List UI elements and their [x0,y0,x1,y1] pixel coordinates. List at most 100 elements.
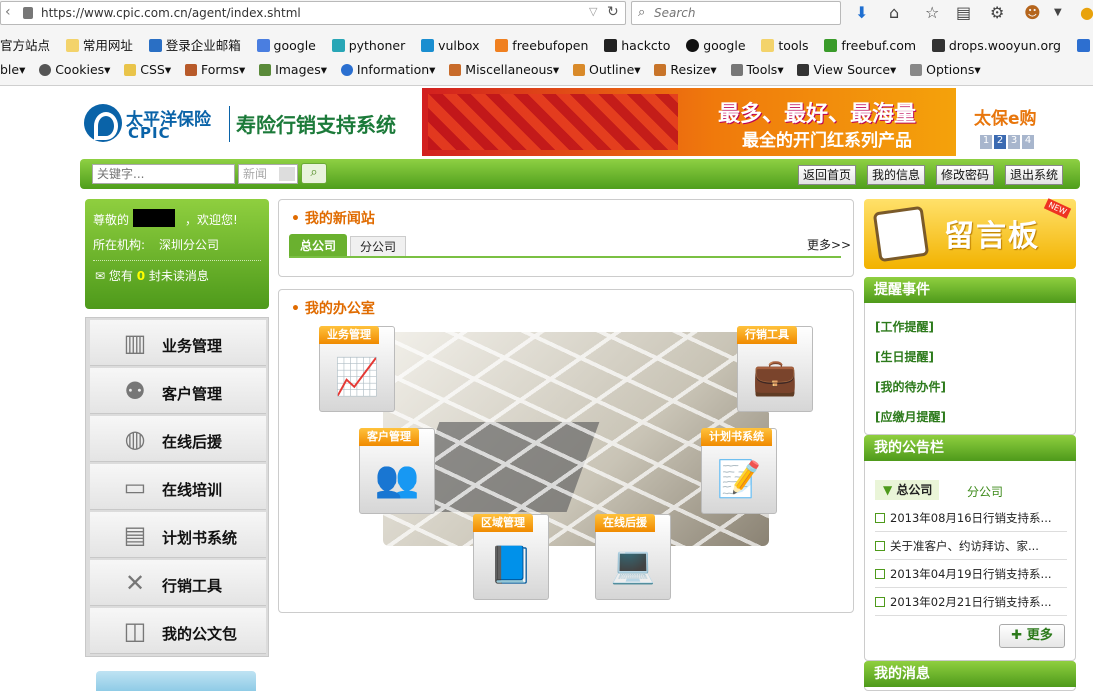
unread-messages[interactable]: ✉ 您有 0 封未读消息 [95,267,209,284]
chevron-down-icon[interactable]: ▼ [1054,7,1062,18]
office-tile-online-support[interactable]: 在线后援 💻 [595,514,671,600]
webdev-menu[interactable]: Tools▾ [730,62,784,77]
webdev-menu[interactable]: ble▾ [0,62,25,77]
menu-item-training[interactable]: ▭ 在线培训 [90,464,266,510]
menu-item-briefcase[interactable]: ◫ 我的公文包 [90,608,266,654]
office-tile-tools[interactable]: 行销工具 💼 [737,326,813,412]
bookmark-item[interactable]: drops.wooyun.org [931,38,1061,53]
banner-page[interactable]: 4 [1022,135,1034,149]
menu-item-business[interactable]: ▥ 业务管理 [90,320,266,366]
banner-page-active[interactable]: 2 [994,135,1006,149]
my-info-button[interactable]: 我的信息 [867,165,926,185]
bookmark-item[interactable]: freebufopen [495,38,588,53]
addon-icon[interactable]: ● [1080,3,1093,22]
taobao-promo[interactable]: 太保e购 1234 [962,88,1080,156]
category-select[interactable]: 新闻 [238,164,298,184]
url-text[interactable]: https://www.cpic.com.cn/agent/index.shtm… [41,6,301,20]
bookmark-item[interactable]: mooc [1076,38,1093,53]
site-logo[interactable]: 太平洋保险 CPIC 寿险行销支持系统 [84,104,414,144]
reminder-todo[interactable]: [我的待办件] [875,378,946,395]
notice-row[interactable]: 2013年08月16日行销支持系... [875,510,1067,532]
notice-row[interactable]: 关于准客户、约访拜访、家... [875,538,1067,560]
notice-row[interactable]: 2013年02月21日行销支持系... [875,594,1067,616]
bookmark-item[interactable]: freebuf.com [824,38,916,53]
bookmark-item[interactable]: 常用网址 [65,35,133,54]
menu-item-proposal[interactable]: ▤ 计划书系统 [90,512,266,558]
webdev-menu[interactable]: Images▾ [259,62,327,77]
webdev-menu[interactable]: Options▾ [910,62,981,77]
bookmark-item[interactable]: google [686,38,746,53]
office-tile-proposal[interactable]: 计划书系统 📝 [701,428,777,514]
gear-icon[interactable]: ⚙ [990,3,1004,22]
download-icon[interactable]: ⬇ [855,3,868,22]
office-title: • 我的办公室 [291,301,375,317]
chevron-down-icon[interactable]: ▽ [589,5,597,18]
office-tile-business[interactable]: 业务管理 📈 [319,326,395,412]
reminder-birthday[interactable]: [生日提醒] [875,348,934,365]
office-tile-customers[interactable]: 客户管理 👥 [359,428,435,514]
view-source-icon [797,64,810,76]
star-icon[interactable]: ☆ [925,3,939,22]
mail-icon: ✉ [95,269,109,283]
bookmark-item[interactable]: google [256,38,316,53]
webdev-menu[interactable]: Resize▾ [654,62,717,77]
office-tile-region[interactable]: 区域管理 📘 [473,514,549,600]
org-value: 深圳分公司 [159,238,220,252]
change-password-button[interactable]: 修改密码 [936,165,995,185]
message-board-banner[interactable]: 留言板 NEW [864,198,1076,269]
monkey-icon[interactable]: ☻ [1024,3,1041,22]
menu-item-online-support[interactable]: ◍ 在线后援 [90,416,266,462]
bookmark-item[interactable]: hackcto [604,38,670,53]
search-button[interactable]: ⌕ [301,163,327,184]
bookmark-item[interactable]: 官方站点 [0,35,50,54]
notice-tab-head-office[interactable]: ▼ 总公司 [875,480,939,500]
keyword-input[interactable] [92,164,235,184]
notice-tab-branch[interactable]: 分公司 [967,483,1003,500]
businessman-icon: 📈 [334,357,380,398]
notice-row[interactable]: 2013年04月19日行销支持系... [875,566,1067,588]
reader-icon[interactable]: ▤ [956,3,971,22]
menu-item-tools[interactable]: ✕ 行销工具 [90,560,266,606]
logout-button[interactable]: 退出系统 [1005,165,1064,185]
banner-page[interactable]: 3 [1008,135,1020,149]
tab-branch[interactable]: 分公司 [350,236,406,257]
gift-images [428,94,678,150]
reload-icon[interactable]: ↻ [607,4,619,20]
image-icon [259,64,272,76]
bookmark-item[interactable]: 登录企业邮箱 [148,35,241,54]
webdev-menu[interactable]: Miscellaneous▾ [449,62,559,77]
webdev-menu[interactable]: CSS▾ [124,62,171,77]
webdev-menu[interactable]: Information▾ [340,62,435,77]
webdev-menu[interactable]: Outline▾ [573,62,641,77]
reminder-work[interactable]: [工作提醒] [875,318,934,335]
greeting-prefix: 尊敬的 [93,213,130,227]
redacted-username [133,209,175,227]
webdev-menu[interactable]: View Source▾ [797,62,896,77]
wooyun-icon [931,39,945,52]
checkbox-icon [875,569,885,579]
browser-chrome: ‹ https://www.cpic.com.cn/agent/index.sh… [0,0,1093,86]
home-icon[interactable]: ⌂ [889,3,899,22]
promo-banner[interactable]: 最多、最好、最海量 最全的开门红系列产品 [422,88,956,156]
notice-title: 我的公告栏 [864,435,1076,461]
menu-item-customers[interactable]: ⚉ 客户管理 [90,368,266,414]
notice-more-button[interactable]: ✚ 更多 [999,624,1065,648]
webdev-menu[interactable]: Cookies▾ [39,62,110,77]
banner-page[interactable]: 1 [980,135,992,149]
browser-search[interactable]: ⌕ [631,1,841,25]
bookmark-item[interactable]: tools [761,38,809,53]
bookmark-item[interactable]: pythoner [331,38,405,53]
bookmark-item[interactable]: vulbox [421,38,479,53]
mail-icon [148,39,162,52]
tab-head-office[interactable]: 总公司 [289,234,347,258]
info-icon [340,64,353,76]
back-icon[interactable]: ‹ [5,4,11,20]
browser-search-input[interactable] [654,5,834,21]
left-ad-banner[interactable] [96,671,256,691]
url-bar[interactable]: ‹ https://www.cpic.com.cn/agent/index.sh… [0,1,626,25]
news-more-link[interactable]: 更多>> [807,236,851,253]
home-button[interactable]: 返回首页 [798,165,857,185]
laptop-icon: 💻 [610,545,656,586]
reminder-payment[interactable]: [应缴月提醒] [875,408,946,425]
webdev-menu[interactable]: Forms▾ [184,62,245,77]
